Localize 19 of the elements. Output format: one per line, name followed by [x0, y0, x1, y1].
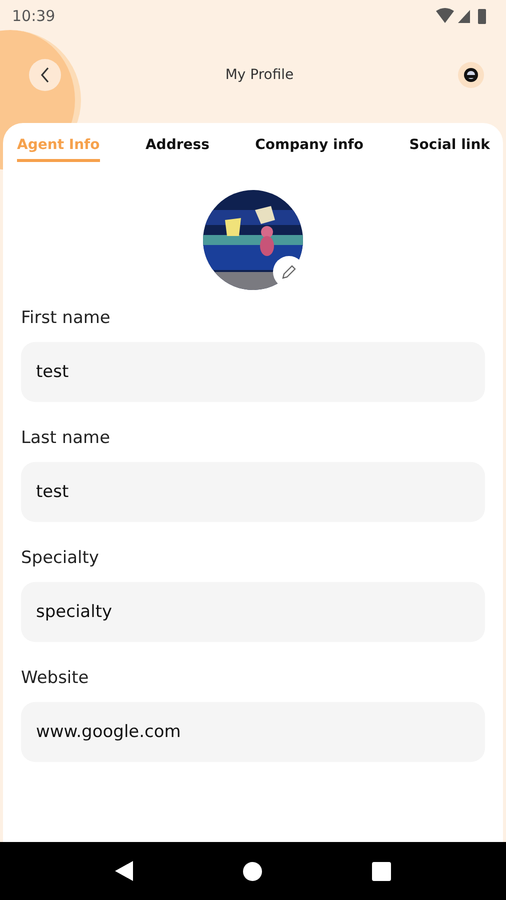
field-label: Website	[21, 668, 90, 688]
home-nav-icon[interactable]	[243, 862, 262, 880]
tab[interactable]: Address	[145, 137, 210, 162]
input-field[interactable]: www.google.com	[21, 702, 485, 762]
tab[interactable]: Company info	[255, 137, 364, 162]
page-title: My Profile	[225, 66, 294, 82]
chevron-left-icon	[40, 66, 50, 82]
input-field[interactable]: test	[21, 342, 485, 402]
input-field[interactable]: test	[21, 462, 485, 522]
chat-button[interactable]	[458, 62, 484, 88]
pencil-icon	[281, 264, 297, 280]
recents-nav-icon[interactable]	[372, 862, 391, 880]
field-label: Specialty	[21, 548, 100, 568]
input-field[interactable]: specialty	[21, 582, 485, 642]
field-label: Last name	[21, 428, 112, 448]
field-label: First name	[21, 308, 112, 328]
tab[interactable]: Social link	[409, 137, 490, 162]
back-nav-icon[interactable]	[115, 861, 133, 881]
clock: 10:39	[12, 7, 56, 25]
